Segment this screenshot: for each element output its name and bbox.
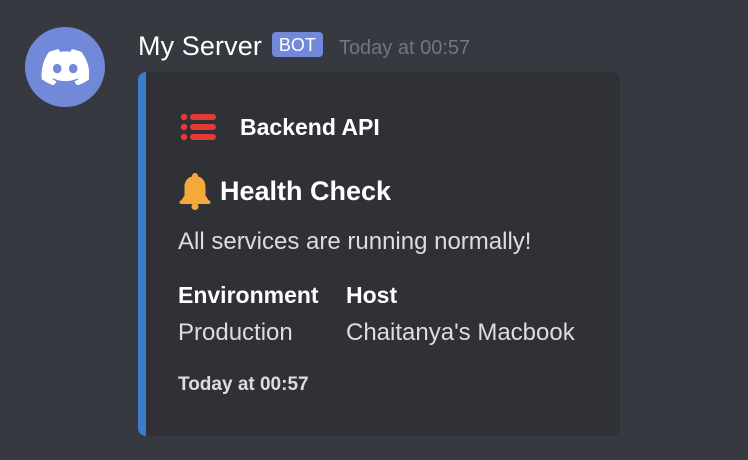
embed-title: Health Check: [178, 172, 391, 210]
embed-footer-timestamp: Today at 00:57: [178, 374, 309, 395]
field-name: Environment: [178, 282, 319, 308]
embed-title-text: Health Check: [220, 175, 392, 206]
bot-avatar[interactable]: [25, 27, 105, 107]
field-value: Chaitanya's Macbook: [346, 319, 575, 346]
bot-badge: BOT: [271, 31, 323, 57]
embed-description: All services are running normally!: [178, 228, 532, 255]
bell-icon: [179, 173, 211, 210]
embed-card: Backend API Health Check All services ar…: [138, 72, 620, 436]
server-list-icon: [180, 113, 216, 141]
discord-logo-icon: [41, 49, 89, 85]
embed-field-environment: Environment Production: [178, 282, 319, 347]
embed-author: Backend API: [178, 112, 380, 142]
embed-author-name: Backend API: [240, 113, 380, 140]
username[interactable]: My Server: [138, 31, 262, 62]
embed-field-host: Host Chaitanya's Macbook: [346, 282, 575, 347]
chat-message: My Server BOT Today at 00:57 Backend API: [0, 0, 748, 460]
message-timestamp[interactable]: Today at 00:57: [339, 37, 470, 60]
message-header: My Server BOT Today at 00:57: [138, 28, 470, 64]
field-name: Host: [346, 282, 398, 308]
field-value: Production: [178, 319, 293, 346]
